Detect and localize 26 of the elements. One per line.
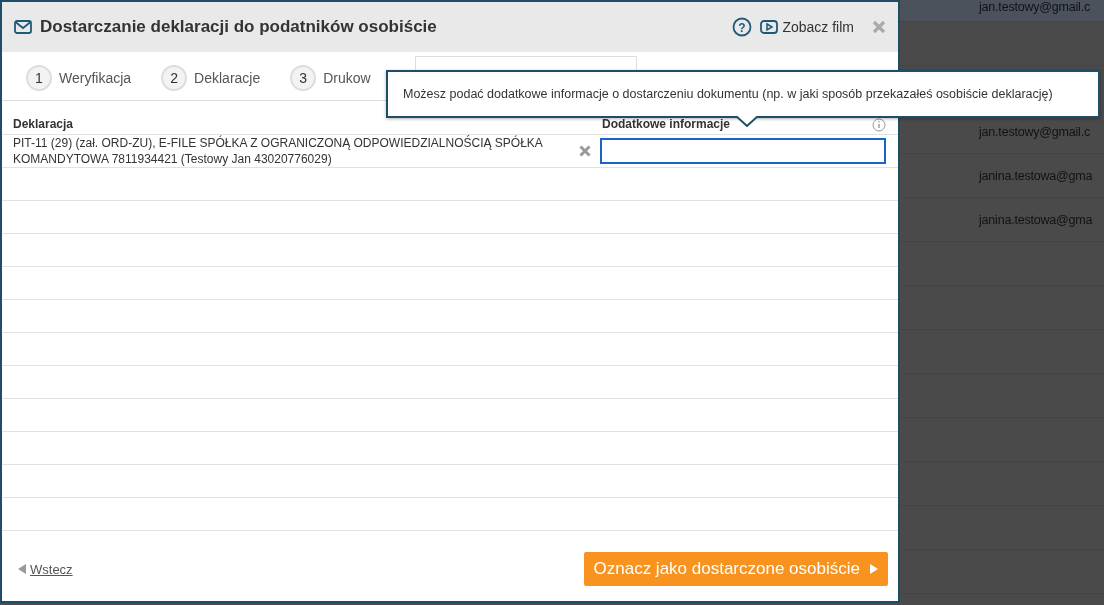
step-number: 3 [290, 65, 317, 91]
step-number: 1 [26, 65, 52, 91]
step-tab[interactable]: 2 Deklaracje [161, 56, 261, 100]
left-triangle-icon [18, 564, 26, 574]
info-icon[interactable] [872, 118, 886, 132]
help-icon[interactable]: ? [732, 17, 753, 37]
step-number: 2 [161, 65, 188, 91]
column-header: Dodatkowe informacje [602, 117, 731, 133]
close-icon[interactable] [872, 20, 886, 34]
remove-icon[interactable] [579, 145, 591, 157]
dialog-title: Dostarczanie deklaracji do podatników osobiście [40, 17, 438, 37]
email-text: janina.testowa@gma [979, 212, 1093, 227]
email-text: jan.testowy@gmail.c [979, 0, 1090, 14]
email-text: jan.testowy@gmail.c [979, 124, 1090, 139]
column-header: Deklaracja [13, 117, 74, 133]
back-link[interactable]: Wstecz [18, 561, 73, 577]
envelope-icon [14, 20, 32, 34]
email-text: janina.testowa@gma [979, 168, 1093, 183]
step-tab[interactable]: 3 Drukow [290, 56, 371, 100]
info-input[interactable] [600, 138, 886, 164]
tooltip-text: Możesz podać dodatkowe informacje o dostarczeniu dokumentu (np. w jaki sposób przekazałeś osobiście deklarację) [403, 87, 1053, 101]
play-icon [760, 20, 779, 34]
video-link[interactable]: Zobacz film [760, 19, 854, 35]
right-triangle-icon [870, 564, 878, 574]
declaration-cell-text: PIT-11 (29) (zał. ORD-ZU), E-FILE SPÓŁKA Z OGRANICZONĄ ODPOWIEDZIALNOŚCIĄ SPÓŁKA KOMANDYTOWA 7811934421 (Testowy Jan 43020776029) [12, 135, 544, 167]
step-tab[interactable]: 1 Weryfikacja [26, 56, 132, 100]
